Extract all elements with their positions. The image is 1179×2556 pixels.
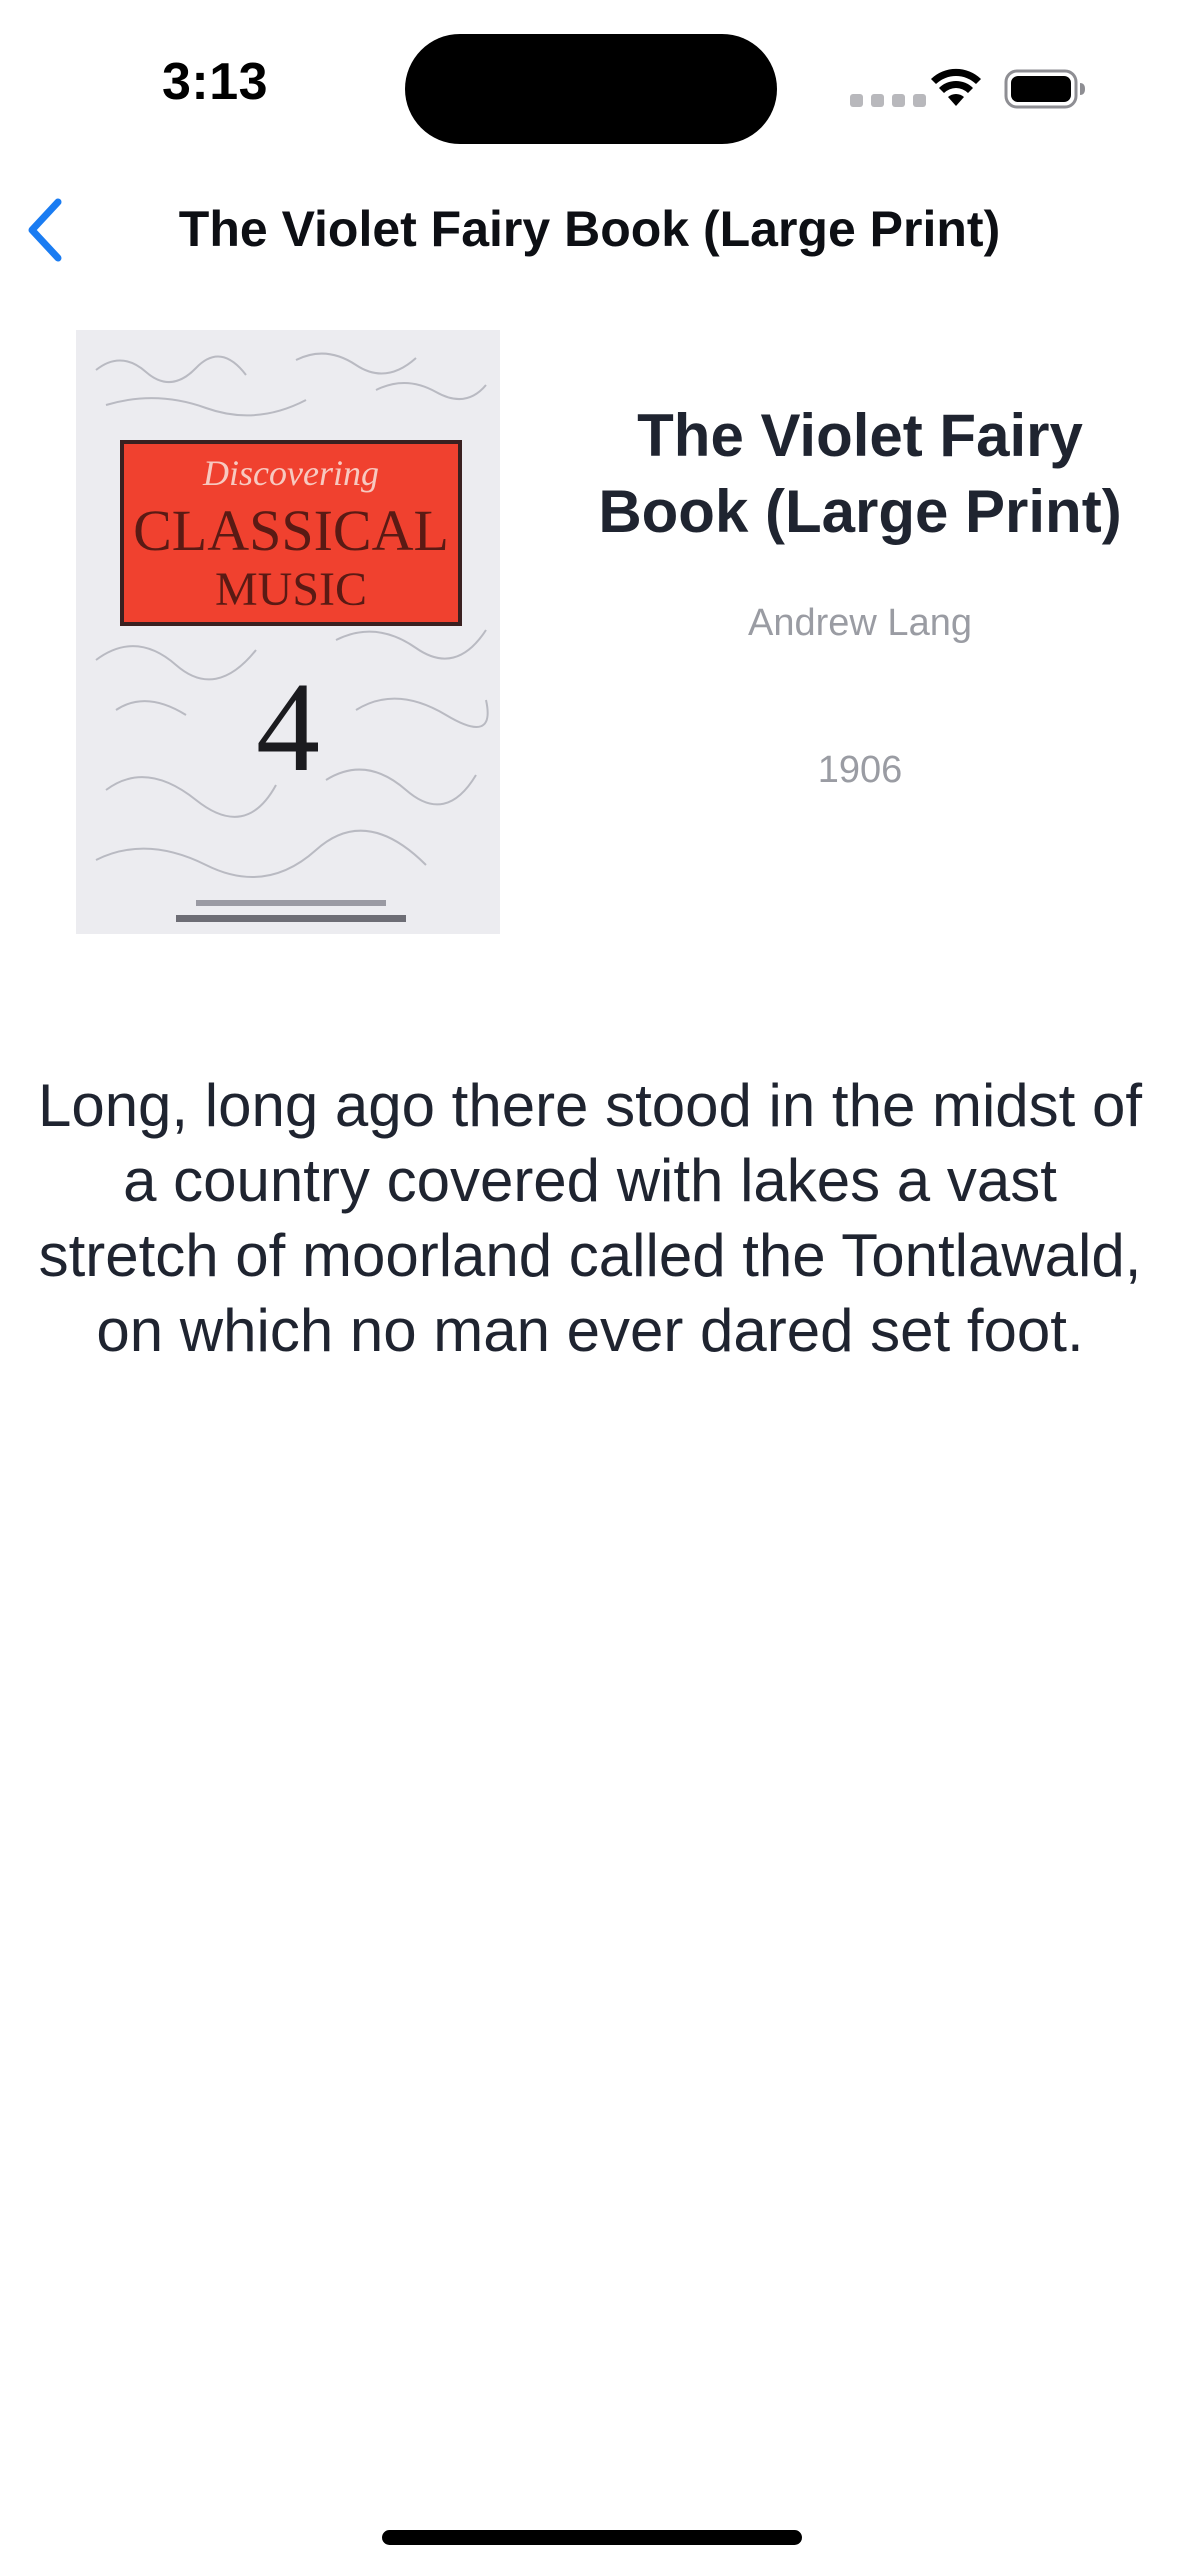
cover-line1: Discovering bbox=[202, 453, 379, 493]
cover-line3: MUSIC bbox=[215, 563, 367, 616]
home-indicator[interactable] bbox=[382, 2530, 802, 2545]
wifi-icon bbox=[931, 68, 981, 106]
signal-dots-icon bbox=[850, 94, 926, 107]
status-time: 3:13 bbox=[161, 53, 269, 111]
cover-number: 4 bbox=[256, 656, 320, 798]
book-description: Long, long ago there stood in the midst … bbox=[37, 1072, 1143, 1364]
cover-line2: CLASSICAL bbox=[133, 498, 449, 563]
battery-icon bbox=[1004, 69, 1085, 109]
book-info: The Violet Fairy Book (Large Print) Andr… bbox=[570, 398, 1150, 792]
book-author: Andrew Lang bbox=[748, 602, 972, 644]
back-button[interactable] bbox=[18, 192, 78, 268]
book-title: The Violet Fairy Book (Large Print) bbox=[598, 402, 1122, 545]
book-year: 1906 bbox=[817, 749, 903, 791]
chevron-left-icon bbox=[28, 198, 62, 262]
nav-title: The Violet Fairy Book (Large Print) bbox=[178, 201, 1001, 257]
navigation-bar: The Violet Fairy Book (Large Print) bbox=[0, 170, 1179, 290]
status-bar: 3:13 bbox=[0, 0, 1179, 170]
dynamic-island bbox=[405, 34, 777, 144]
book-cover-image: Discovering CLASSICAL MUSIC 4 bbox=[76, 330, 500, 934]
